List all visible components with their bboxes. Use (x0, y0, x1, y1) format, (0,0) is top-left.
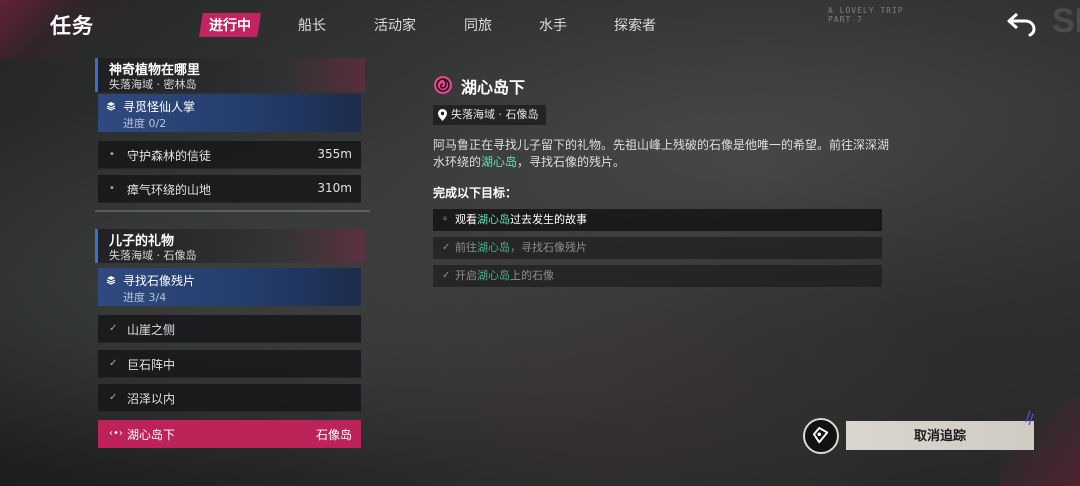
description-highlight: 湖心岛 (481, 155, 518, 169)
goal-text: 前往湖心岛，寻找石像残片 (455, 241, 587, 254)
layers-icon (106, 102, 116, 111)
quest-group-location: 失落海域 · 石像岛 (109, 249, 197, 262)
tab-activist[interactable]: 活动家 (374, 15, 416, 35)
goal-current-icon: ◦ (442, 214, 448, 225)
tab-explorer[interactable]: 探索者 (614, 15, 656, 35)
quest-objective-card[interactable]: 寻觅怪仙人掌 进度 0/2 (98, 94, 361, 132)
tab-captain[interactable]: 船长 (298, 15, 326, 35)
layers-icon (106, 276, 116, 285)
quest-list: 神奇植物在哪里 失落海域 · 密林岛 寻觅怪仙人掌 进度 0/2 • 守护森林的… (95, 58, 370, 450)
quest-group-header[interactable]: 神奇植物在哪里 失落海域 · 密林岛 (95, 58, 365, 92)
goal-text: 观看湖心岛过去发生的故事 (455, 213, 587, 226)
goal-item: ✓ 前往湖心岛，寻找石像残片 (433, 237, 882, 259)
pending-dot-icon: • (109, 183, 115, 194)
check-icon: ✓ (442, 270, 451, 281)
goals-heading: 完成以下目标： (433, 186, 518, 200)
objective-progress: 进度 3/4 (123, 291, 167, 304)
quest-group-location: 失落海域 · 密林岛 (109, 78, 197, 91)
detail-location-badge: 失落海域 · 石像岛 (433, 105, 546, 125)
detail-description: 阿马鲁正在寻找儿子留下的礼物。先祖山峰上残破的石像是他唯一的希望。前往深深湖水环… (433, 137, 891, 171)
location-pin-icon (438, 109, 447, 121)
objective-progress: 进度 0/2 (123, 117, 167, 130)
goal-item: ◦ 观看湖心岛过去发生的故事 (433, 209, 882, 231)
quest-step-row[interactable]: • 守护森林的信徒 355m (98, 141, 361, 169)
quest-step-label: 山崖之侧 (127, 323, 176, 337)
quest-step-row[interactable]: ✓ 沼泽以内 (98, 384, 361, 412)
quest-step-distance: 310m (317, 181, 352, 195)
tab-sailor[interactable]: 水手 (539, 15, 567, 35)
track-marker-glyph (812, 427, 829, 444)
detail-location-text: 失落海域 · 石像岛 (451, 108, 539, 121)
quest-step-label: 湖心岛下 (127, 428, 176, 442)
objective-title: 寻觅怪仙人掌 (123, 100, 196, 114)
check-icon: ✓ (109, 392, 118, 403)
check-icon: ✓ (442, 242, 451, 253)
page-title: 任务 (50, 14, 94, 38)
pending-dot-icon: • (109, 149, 115, 160)
group-divider (95, 210, 370, 212)
description-text: ，寻找石像的残片。 (517, 155, 626, 169)
goal-text: 开启湖心岛上的石像 (455, 269, 554, 282)
back-arrow-icon[interactable] (1006, 10, 1038, 38)
quest-step-label: 守护森林的信徒 (127, 149, 212, 163)
check-icon: ✓ (109, 358, 118, 369)
quest-step-row[interactable]: • 瘴气环绕的山地 310m (98, 175, 361, 203)
quest-objective-card[interactable]: 寻找石像残片 进度 3/4 (98, 268, 361, 306)
check-icon: ✓ (109, 323, 118, 334)
track-marker-icon[interactable] (803, 418, 839, 454)
quest-step-row[interactable]: ✓ 巨石阵中 (98, 350, 361, 378)
quest-step-row[interactable]: ✓ 山崖之侧 (98, 315, 361, 343)
header: 任务 进行中 船长 活动家 同旅 水手 探索者 (0, 0, 1080, 50)
quest-step-distance: 355m (317, 147, 352, 161)
tab-in-progress[interactable]: 进行中 (199, 13, 261, 37)
quest-step-location: 石像岛 (315, 428, 352, 442)
cancel-tracking-button[interactable]: 取消追踪 (846, 421, 1034, 450)
objective-title: 寻找石像残片 (123, 274, 196, 288)
tracking-icon: ‹•› (109, 428, 123, 439)
quest-step-label: 巨石阵中 (127, 358, 176, 372)
quest-step-row-selected[interactable]: ‹•› 湖心岛下 石像岛 (98, 420, 361, 448)
quest-group-header[interactable]: 儿子的礼物 失落海域 · 石像岛 (95, 229, 365, 263)
quest-step-label: 沼泽以内 (127, 392, 176, 406)
goal-item: ✓ 开启湖心岛上的石像 (433, 265, 882, 287)
quest-step-label: 瘴气环绕的山地 (127, 183, 212, 197)
detail-title: 湖心岛下 (461, 78, 526, 97)
tab-companion[interactable]: 同旅 (464, 15, 492, 35)
quest-spiral-icon (434, 76, 452, 94)
